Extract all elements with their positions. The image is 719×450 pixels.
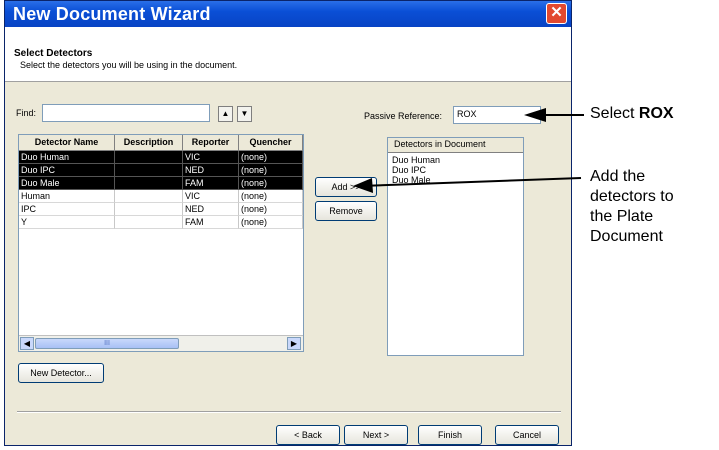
callout-select-rox: Select ROX (590, 105, 674, 122)
callout-add-detectors: Add the detectors to the Plate Document (590, 168, 674, 245)
add-arrow-head (353, 178, 373, 193)
rox-arrow-head (524, 108, 546, 122)
add-arrow-line (359, 177, 582, 187)
